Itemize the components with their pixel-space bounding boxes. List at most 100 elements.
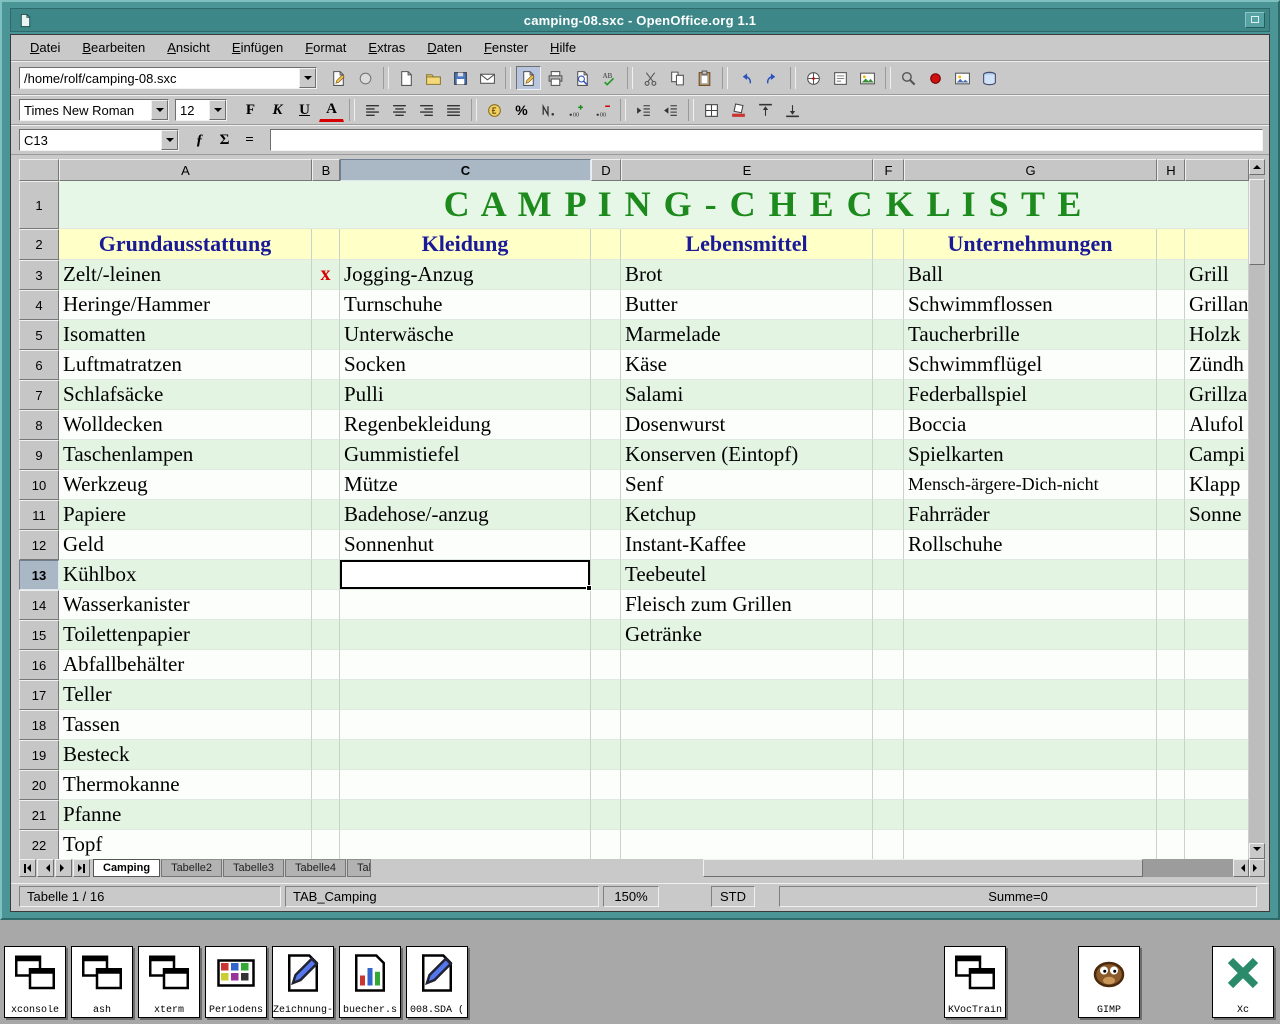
cell-C21[interactable] (340, 800, 591, 830)
cell-D22[interactable] (591, 830, 621, 859)
last-sheet-button[interactable] (73, 859, 90, 877)
cell-B8[interactable] (312, 410, 340, 440)
cell-A4[interactable]: Heringe/Hammer (59, 290, 312, 320)
section-header-C[interactable]: Kleidung (340, 229, 591, 260)
font-size-dropdown[interactable] (209, 100, 226, 120)
cell-C15[interactable] (340, 620, 591, 650)
new-document-icon[interactable] (394, 66, 419, 90)
row-header-14[interactable]: 14 (19, 590, 59, 620)
borders-icon[interactable] (699, 98, 724, 122)
row-header-11[interactable]: 11 (19, 500, 59, 530)
cell-A8[interactable]: Wolldecken (59, 410, 312, 440)
cell-E3[interactable]: Brot (621, 260, 873, 290)
cell-I6[interactable]: Zündh (1185, 350, 1249, 380)
horizontal-scroll-thumb[interactable] (703, 859, 1143, 877)
cell-E21[interactable] (621, 800, 873, 830)
cell-F15[interactable] (873, 620, 904, 650)
cell-F21[interactable] (873, 800, 904, 830)
scroll-up-button[interactable] (1249, 159, 1265, 175)
next-sheet-button[interactable] (55, 859, 72, 877)
font-size-input[interactable] (176, 100, 209, 120)
align-center-icon[interactable] (387, 98, 412, 122)
section-header-A[interactable]: Grundausstattung (59, 229, 312, 260)
row-header-19[interactable]: 19 (19, 740, 59, 770)
cell-I12[interactable] (1185, 530, 1249, 560)
cell-A15[interactable]: Toilettenpapier (59, 620, 312, 650)
cell-A12[interactable]: Geld (59, 530, 312, 560)
cell-E22[interactable] (621, 830, 873, 859)
cell-F13[interactable] (873, 560, 904, 590)
cell-C8[interactable]: Regenbekleidung (340, 410, 591, 440)
cell-H10[interactable] (1157, 470, 1185, 500)
cell-B16[interactable] (312, 650, 340, 680)
align-bottom-icon[interactable] (780, 98, 805, 122)
cell-D5[interactable] (591, 320, 621, 350)
font-name-dropdown[interactable] (151, 100, 168, 120)
cell-D11[interactable] (591, 500, 621, 530)
section-header-G[interactable]: Unternehmungen (904, 229, 1157, 260)
row-header-22[interactable]: 22 (19, 830, 59, 859)
taskbar-button-periodens[interactable]: Periodens (205, 946, 267, 1018)
navigator-icon[interactable] (801, 66, 826, 90)
cell-E16[interactable] (621, 650, 873, 680)
cell-D21[interactable] (591, 800, 621, 830)
cell-A10[interactable]: Werkzeug (59, 470, 312, 500)
cell-A7[interactable]: Schlafsäcke (59, 380, 312, 410)
cell-F18[interactable] (873, 710, 904, 740)
cell-G3[interactable]: Ball (904, 260, 1157, 290)
cell-H3[interactable] (1157, 260, 1185, 290)
sheet-tab-tabelle4[interactable]: Tabelle4 (285, 859, 346, 877)
first-sheet-button[interactable] (19, 859, 36, 877)
menu-format[interactable]: Format (294, 36, 357, 60)
taskbar-button-zeichnung[interactable]: Zeichnung- (272, 946, 334, 1018)
cell-C7[interactable]: Pulli (340, 380, 591, 410)
cell-I22[interactable] (1185, 830, 1249, 859)
decrease-indent-icon[interactable] (631, 98, 656, 122)
cell-A18[interactable]: Tassen (59, 710, 312, 740)
cell-E13[interactable]: Teebeutel (621, 560, 873, 590)
cell-I15[interactable] (1185, 620, 1249, 650)
cell-I13[interactable] (1185, 560, 1249, 590)
section-header-B[interactable] (312, 229, 340, 260)
bold-icon[interactable]: F (238, 98, 263, 122)
cell-G13[interactable] (904, 560, 1157, 590)
selection-handle[interactable] (586, 585, 592, 591)
cell-G20[interactable] (904, 770, 1157, 800)
cell-C17[interactable] (340, 680, 591, 710)
section-header-D[interactable] (591, 229, 621, 260)
menu-extras[interactable]: Extras (357, 36, 416, 60)
redo-icon[interactable] (760, 66, 785, 90)
cell-F12[interactable] (873, 530, 904, 560)
previous-sheet-button[interactable] (37, 859, 54, 877)
cell-F8[interactable] (873, 410, 904, 440)
cell-C22[interactable] (340, 830, 591, 859)
cell-H19[interactable] (1157, 740, 1185, 770)
cell-E12[interactable]: Instant-Kaffee (621, 530, 873, 560)
open-document-icon[interactable] (421, 66, 446, 90)
formula-input[interactable] (270, 129, 1263, 151)
cell-D3[interactable] (591, 260, 621, 290)
cell-H21[interactable] (1157, 800, 1185, 830)
cell-A13[interactable]: Kühlbox (59, 560, 312, 590)
sheet-tab-camping[interactable]: Camping (93, 859, 160, 877)
align-top-icon[interactable] (753, 98, 778, 122)
cell-F4[interactable] (873, 290, 904, 320)
menu-fenster[interactable]: Fenster (473, 36, 539, 60)
cell-A16[interactable]: Abfallbehälter (59, 650, 312, 680)
add-decimal-icon[interactable]: 00 (563, 98, 588, 122)
cell-B21[interactable] (312, 800, 340, 830)
url-dropdown-button[interactable] (299, 68, 316, 88)
cell-B9[interactable] (312, 440, 340, 470)
cell-C16[interactable] (340, 650, 591, 680)
row-header-4[interactable]: 4 (19, 290, 59, 320)
cell-H7[interactable] (1157, 380, 1185, 410)
cell-F11[interactable] (873, 500, 904, 530)
row-header-18[interactable]: 18 (19, 710, 59, 740)
cell-I20[interactable] (1185, 770, 1249, 800)
row-header-9[interactable]: 9 (19, 440, 59, 470)
sheet-tab-tab[interactable]: Tab (347, 859, 371, 877)
cell-H12[interactable] (1157, 530, 1185, 560)
cell-E6[interactable]: Käse (621, 350, 873, 380)
cell-D13[interactable] (591, 560, 621, 590)
cell-I10[interactable]: Klapp (1185, 470, 1249, 500)
